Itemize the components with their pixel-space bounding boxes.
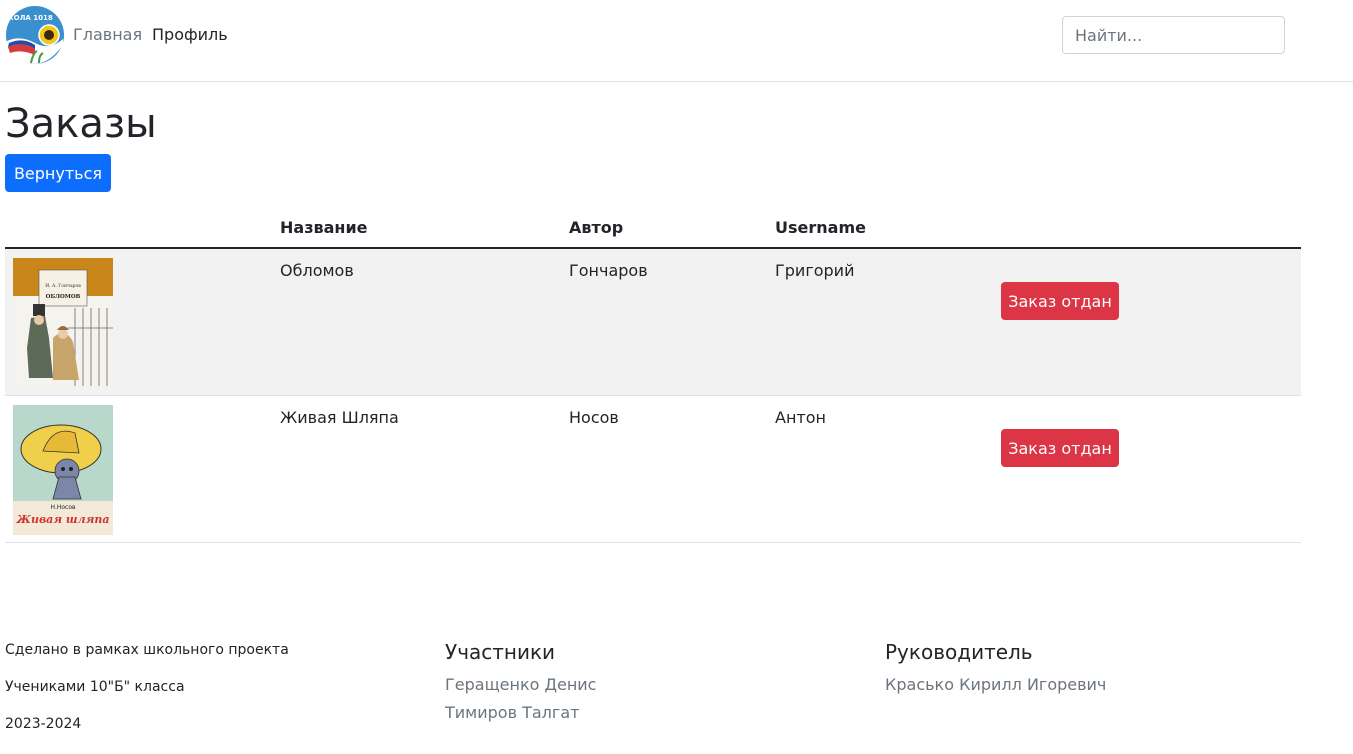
footer-participants-title: Участники [445,640,556,664]
search-input[interactable] [1062,16,1285,54]
row-author: Гончаров [569,261,648,280]
school-logo[interactable]: ШКОЛА 1018 [5,5,65,65]
footer-about-line: Учениками 10"Б" класса [5,679,185,695]
navbar: ШКОЛА 1018 Главная Профиль [0,0,1353,82]
svg-text:Живая шляпа: Живая шляпа [16,513,110,526]
footer-leader-title: Руководитель [885,640,1033,664]
footer-year: 2023-2024 [5,716,82,732]
nav-home-link[interactable]: Главная [73,25,142,44]
table-header: Название Автор Username [5,208,1301,249]
row-username: Григорий [775,261,855,280]
table-row: И. А. Гончаров ОБЛОМОВ Обломов Гончаров … [5,249,1301,396]
column-header-title: Название [280,218,368,237]
leader-link[interactable]: Красько Кирилл Игоревич [885,675,1106,694]
svg-text:ОБЛОМОВ: ОБЛОМОВ [46,294,81,300]
book-cover-image: Н.Носов Живая шляпа [13,405,113,535]
svg-text:ШКОЛА 1018: ШКОЛА 1018 [5,14,53,22]
row-author: Носов [569,408,619,427]
participant-link[interactable]: Геращенко Денис [445,675,596,694]
page-title: Заказы [5,101,157,147]
book-cover-image: И. А. Гончаров ОБЛОМОВ [13,258,113,388]
footer-about-line: Сделано в рамках школьного проекта [5,642,289,658]
orders-table: Название Автор Username И. А. Гончаров О… [5,208,1301,543]
column-header-author: Автор [569,218,624,237]
svg-text:И. А. Гончаров: И. А. Гончаров [45,283,81,289]
column-header-username: Username [775,218,866,237]
participant-link[interactable]: Тимиров Талгат [445,703,579,722]
row-title: Обломов [280,261,354,280]
svg-text:Н.Носов: Н.Носов [50,504,76,511]
row-title: Живая Шляпа [280,408,399,427]
back-button[interactable]: Вернуться [5,154,111,192]
row-username: Антон [775,408,826,427]
order-done-button[interactable]: Заказ отдан [1001,429,1119,467]
table-row: Н.Носов Живая шляпа Живая Шляпа Носов Ан… [5,396,1301,543]
nav-profile-link[interactable]: Профиль [152,25,228,44]
order-done-button[interactable]: Заказ отдан [1001,282,1119,320]
